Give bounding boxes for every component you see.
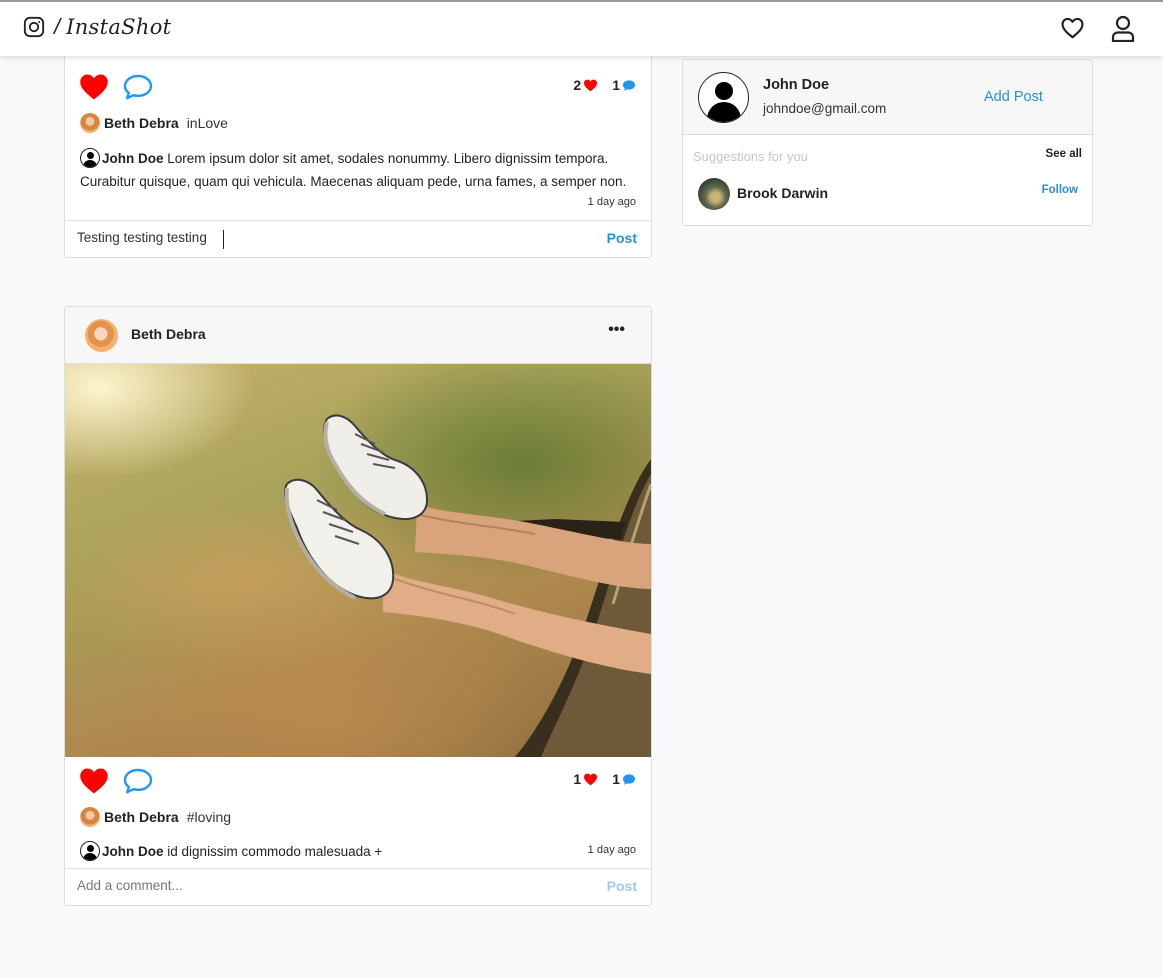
commenter-name[interactable]: John Doe xyxy=(102,151,164,166)
brand-name: InstaShot xyxy=(66,15,172,39)
caption-text: #loving xyxy=(186,809,232,825)
author-avatar xyxy=(80,807,100,827)
post-author-name[interactable]: Beth Debra xyxy=(131,326,206,342)
comment-time: 1 day ago xyxy=(587,196,636,208)
author-avatar xyxy=(80,113,100,133)
caption-author[interactable]: Beth Debra xyxy=(104,809,179,825)
comment-count-value: 1 xyxy=(612,77,620,93)
like-count-value: 2 xyxy=(573,77,582,93)
user-icon xyxy=(1111,15,1135,43)
comment-time: 1 day ago xyxy=(587,844,636,856)
post-actions xyxy=(79,73,167,101)
sidebar-card: John Doe johndoe@gmail.com Add Post Sugg… xyxy=(682,59,1093,226)
comment-bubble-icon[interactable] xyxy=(123,74,153,100)
comment-bar: Post xyxy=(65,220,651,258)
more-options-button[interactable]: ••• xyxy=(608,321,625,339)
post-card: 2 1 Beth Debra inLove John Doe Lorem ips… xyxy=(64,44,652,258)
caption-author[interactable]: Beth Debra xyxy=(104,115,179,131)
comment-count-value: 1 xyxy=(612,771,620,787)
notifications-button[interactable] xyxy=(1059,15,1086,46)
post-header: Beth Debra ••• xyxy=(65,307,651,364)
comment-input[interactable] xyxy=(77,878,557,893)
like-count: 1 xyxy=(573,771,598,787)
profile-section: John Doe johndoe@gmail.com Add Post xyxy=(683,60,1092,135)
add-post-button[interactable]: Add Post xyxy=(984,89,1043,105)
profile-button[interactable] xyxy=(1111,15,1135,47)
commenter-avatar xyxy=(80,841,100,861)
user-avatar[interactable] xyxy=(698,72,749,123)
instagram-icon xyxy=(23,16,45,38)
post-caption: Beth Debra inLove xyxy=(80,113,228,133)
post-caption: Beth Debra #loving xyxy=(80,807,231,827)
suggestions-title: Suggestions for you xyxy=(693,149,808,164)
comment-bubble-icon[interactable] xyxy=(123,768,153,794)
commenter-name[interactable]: John Doe xyxy=(102,844,164,859)
user-name[interactable]: John Doe xyxy=(763,77,829,93)
like-count-value: 1 xyxy=(573,771,582,787)
post-actions xyxy=(79,767,167,795)
post-comment-button[interactable]: Post xyxy=(607,878,637,894)
commenter-avatar xyxy=(80,148,100,168)
heart-outline-icon xyxy=(1061,17,1084,39)
comment-input[interactable] xyxy=(77,230,557,245)
comment-count: 1 xyxy=(612,771,636,787)
post-counts: 1 1 xyxy=(559,771,636,787)
post-counts: 2 1 xyxy=(559,77,636,93)
user-email: johndoe@gmail.com xyxy=(763,101,887,116)
comment-text: id dignissim commodo malesuada + xyxy=(167,844,383,859)
small-heart-icon xyxy=(584,79,598,91)
author-avatar[interactable] xyxy=(85,319,118,352)
comment: John Doe Lorem ipsum dolor sit amet, sod… xyxy=(80,147,636,193)
follow-button[interactable]: Follow xyxy=(1042,184,1078,196)
small-heart-icon xyxy=(584,773,598,785)
post-image xyxy=(65,364,651,757)
post-comment-button[interactable]: Post xyxy=(607,230,637,246)
text-cursor xyxy=(223,230,224,249)
see-all-button[interactable]: See all xyxy=(1046,148,1082,160)
top-navbar: / InstaShot xyxy=(0,0,1163,56)
brand[interactable]: / InstaShot xyxy=(23,14,171,40)
comment-bar: Post xyxy=(65,868,651,906)
like-heart-icon[interactable] xyxy=(79,767,109,795)
brand-separator: / xyxy=(54,14,61,39)
small-comment-icon xyxy=(622,79,636,91)
caption-text: inLove xyxy=(186,115,228,131)
like-count: 2 xyxy=(573,77,598,93)
suggestion-name[interactable]: Brook Darwin xyxy=(737,185,828,201)
post-card: Beth Debra ••• 1 1 Beth Debra #loving Jo… xyxy=(64,306,652,906)
small-comment-icon xyxy=(622,773,636,785)
like-heart-icon[interactable] xyxy=(79,73,109,101)
comment: John Doe id dignissim commodo malesuada … xyxy=(80,840,636,863)
post-photo xyxy=(283,414,651,757)
comment-count: 1 xyxy=(612,77,636,93)
suggestion-avatar[interactable] xyxy=(698,178,730,210)
